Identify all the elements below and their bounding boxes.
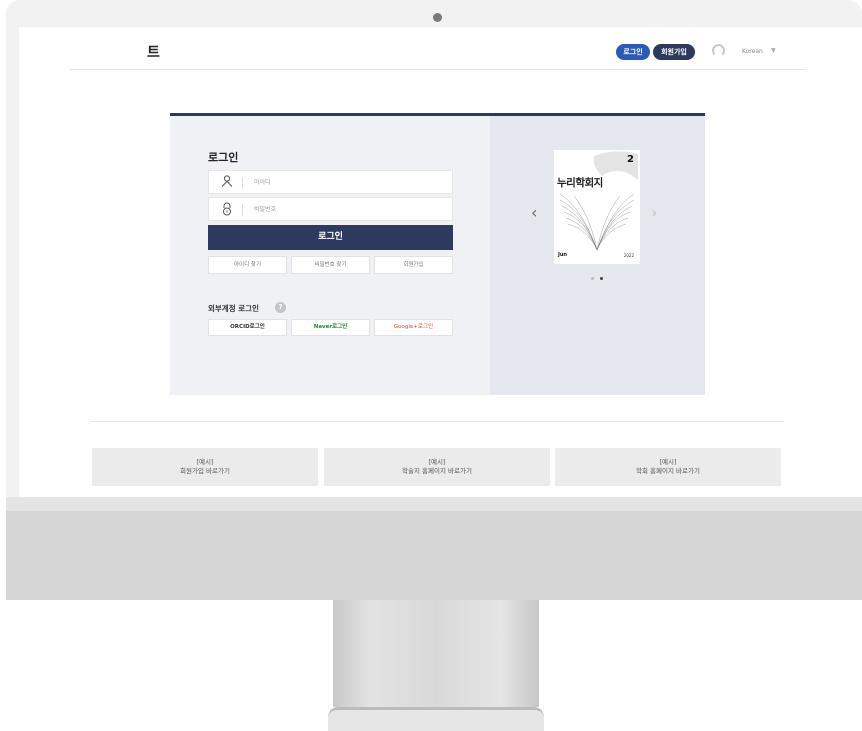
lock-icon [221,202,233,219]
site-logo[interactable]: 트 [147,42,160,62]
screen: 트 로그인 회원가입 Korean ▼ 로그인 로그인 아이디 찾기 비밀번호 … [19,27,862,497]
header-join-button[interactable]: 회원가입 [653,44,695,60]
external-login-title: 외부계정 로그인 [208,304,259,313]
monitor-stand-base [328,707,544,731]
section-divider [91,421,784,422]
shortcut-tag: [예시] [196,458,214,466]
orcid-login-button[interactable]: ORCID로그인 [208,319,287,336]
society-home-shortcut[interactable]: [예시] 학회 홈페이지 바로가기 [555,448,781,486]
carousel-dot-active[interactable] [600,277,603,280]
shortcut-label: 학회 홈페이지 바로가기 [636,467,700,475]
naver-login-button[interactable]: Naver로그인 [291,319,370,336]
cover-issue-number: 2 [627,154,634,165]
id-field[interactable] [208,170,453,194]
login-submit-button[interactable]: 로그인 [208,225,453,250]
cover-title: 누리학회지 [557,177,603,189]
password-input[interactable] [254,200,444,218]
cover-month: Jun [558,252,567,258]
user-icon [221,175,233,190]
monitor-lower-bezel [6,497,862,511]
monitor-chin [6,511,862,600]
carousel-next-button[interactable]: › [651,203,657,222]
login-title: 로그인 [208,151,239,164]
shortcut-label: 회원가입 바로가기 [180,467,230,475]
carousel-dot[interactable] [591,277,594,280]
signup-shortcut[interactable]: [예시] 회원가입 바로가기 [92,448,318,486]
header-login-button[interactable]: 로그인 [616,44,650,60]
cover-artwork [559,151,638,251]
journal-home-shortcut[interactable]: [예시] 학술지 홈페이지 바로가기 [324,448,550,486]
cover-year: 2022 [623,253,634,258]
id-input[interactable] [254,173,444,191]
language-select[interactable]: Korean [742,48,763,55]
header-divider [69,69,805,70]
carousel-prev-button[interactable]: ‹ [531,203,537,222]
shortcut-tag: [예시] [659,458,677,466]
chevron-down-icon[interactable]: ▼ [771,47,776,54]
field-separator [242,177,243,189]
field-separator [242,204,243,216]
monitor-stand [333,600,539,707]
find-password-button[interactable]: 비밀번호 찾기 [291,256,370,274]
shortcut-tag: [예시] [428,458,446,466]
journal-cover[interactable]: 2 누리학회지 Jun 2022 [554,150,640,264]
shortcut-label: 학술지 홈페이지 바로가기 [402,467,472,475]
find-id-button[interactable]: 아이디 찾기 [208,256,287,274]
google-login-button[interactable]: Google+로그인 [374,319,453,336]
help-icon[interactable]: ? [275,302,286,313]
password-field[interactable] [208,197,453,221]
camera-icon [433,13,442,22]
signup-button[interactable]: 회원가입 [374,256,453,274]
headset-icon[interactable] [712,44,725,57]
